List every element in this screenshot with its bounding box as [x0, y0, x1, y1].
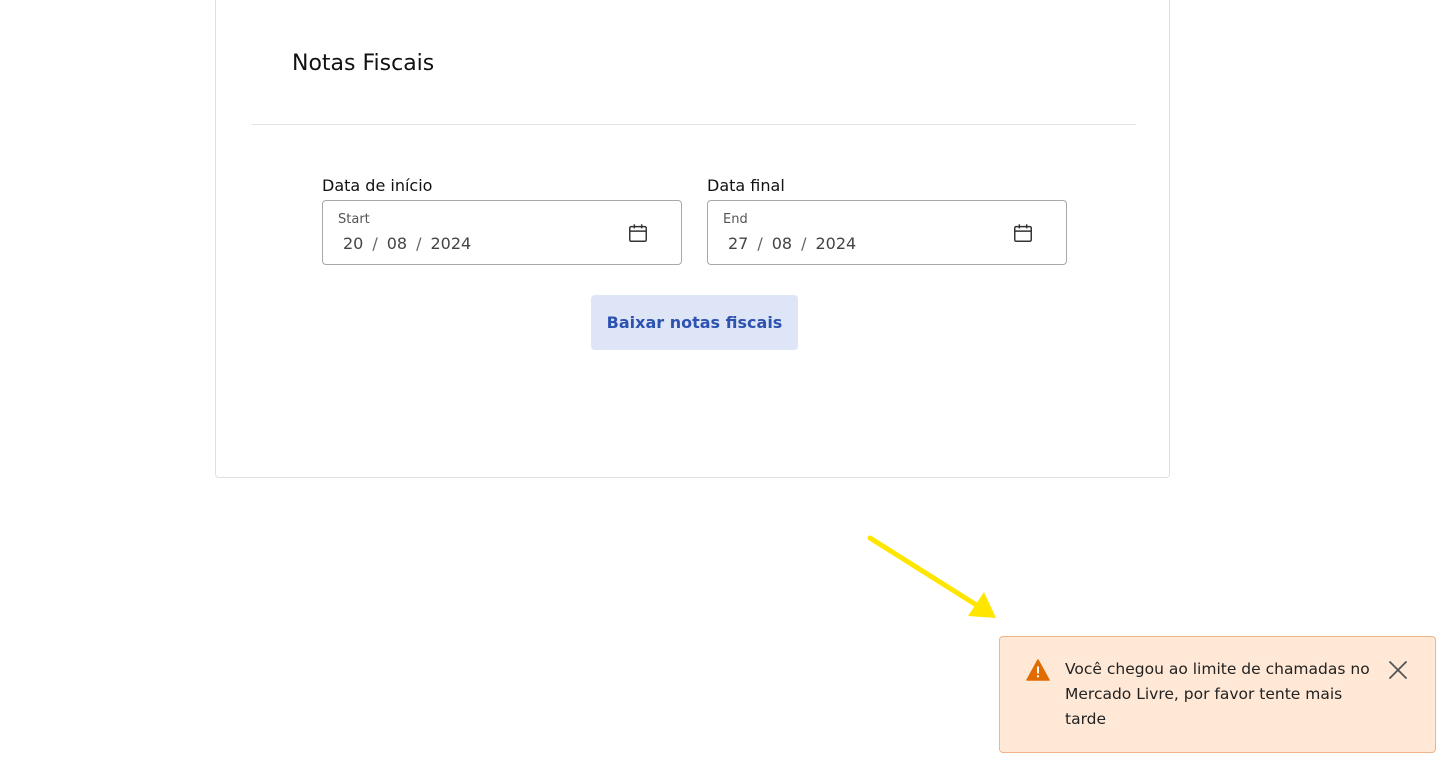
warning-icon	[1026, 659, 1050, 681]
end-date-input[interactable]: End 27 / 08 / 2024	[707, 200, 1067, 265]
start-day[interactable]: 20	[343, 234, 363, 253]
date-separator: /	[801, 234, 807, 253]
page-title: Notas Fiscais	[292, 51, 435, 76]
start-date-input[interactable]: Start 20 / 08 / 2024	[322, 200, 682, 265]
start-date-hint: Start	[338, 212, 370, 227]
start-year[interactable]: 2024	[431, 234, 472, 253]
end-date-field: Data final End 27 / 08 / 2024	[707, 177, 1067, 265]
date-separator: /	[757, 234, 763, 253]
close-icon[interactable]	[1387, 659, 1409, 681]
date-separator: /	[372, 234, 378, 253]
date-separator: /	[416, 234, 422, 253]
end-date-hint: End	[723, 212, 748, 227]
start-date-field: Data de início Start 20 / 08 / 2024	[322, 177, 682, 265]
warning-toast: Você chegou ao limite de chamadas no Mer…	[999, 636, 1436, 753]
toast-message: Você chegou ao limite de chamadas no Mer…	[1065, 660, 1370, 728]
annotation-arrow	[867, 535, 996, 618]
end-date-label: Data final	[707, 176, 785, 195]
invoices-card: Notas Fiscais Data de início Start 20 / …	[215, 0, 1170, 478]
end-year[interactable]: 2024	[816, 234, 857, 253]
start-month[interactable]: 08	[387, 234, 407, 253]
download-invoices-button[interactable]: Baixar notas fiscais	[591, 295, 798, 350]
calendar-icon[interactable]	[627, 222, 649, 244]
calendar-icon[interactable]	[1012, 222, 1034, 244]
end-date-value[interactable]: 27 / 08 / 2024	[728, 234, 856, 253]
end-month[interactable]: 08	[772, 234, 792, 253]
end-day[interactable]: 27	[728, 234, 748, 253]
start-date-value[interactable]: 20 / 08 / 2024	[343, 234, 471, 253]
divider	[252, 124, 1136, 125]
start-date-label: Data de início	[322, 176, 433, 195]
